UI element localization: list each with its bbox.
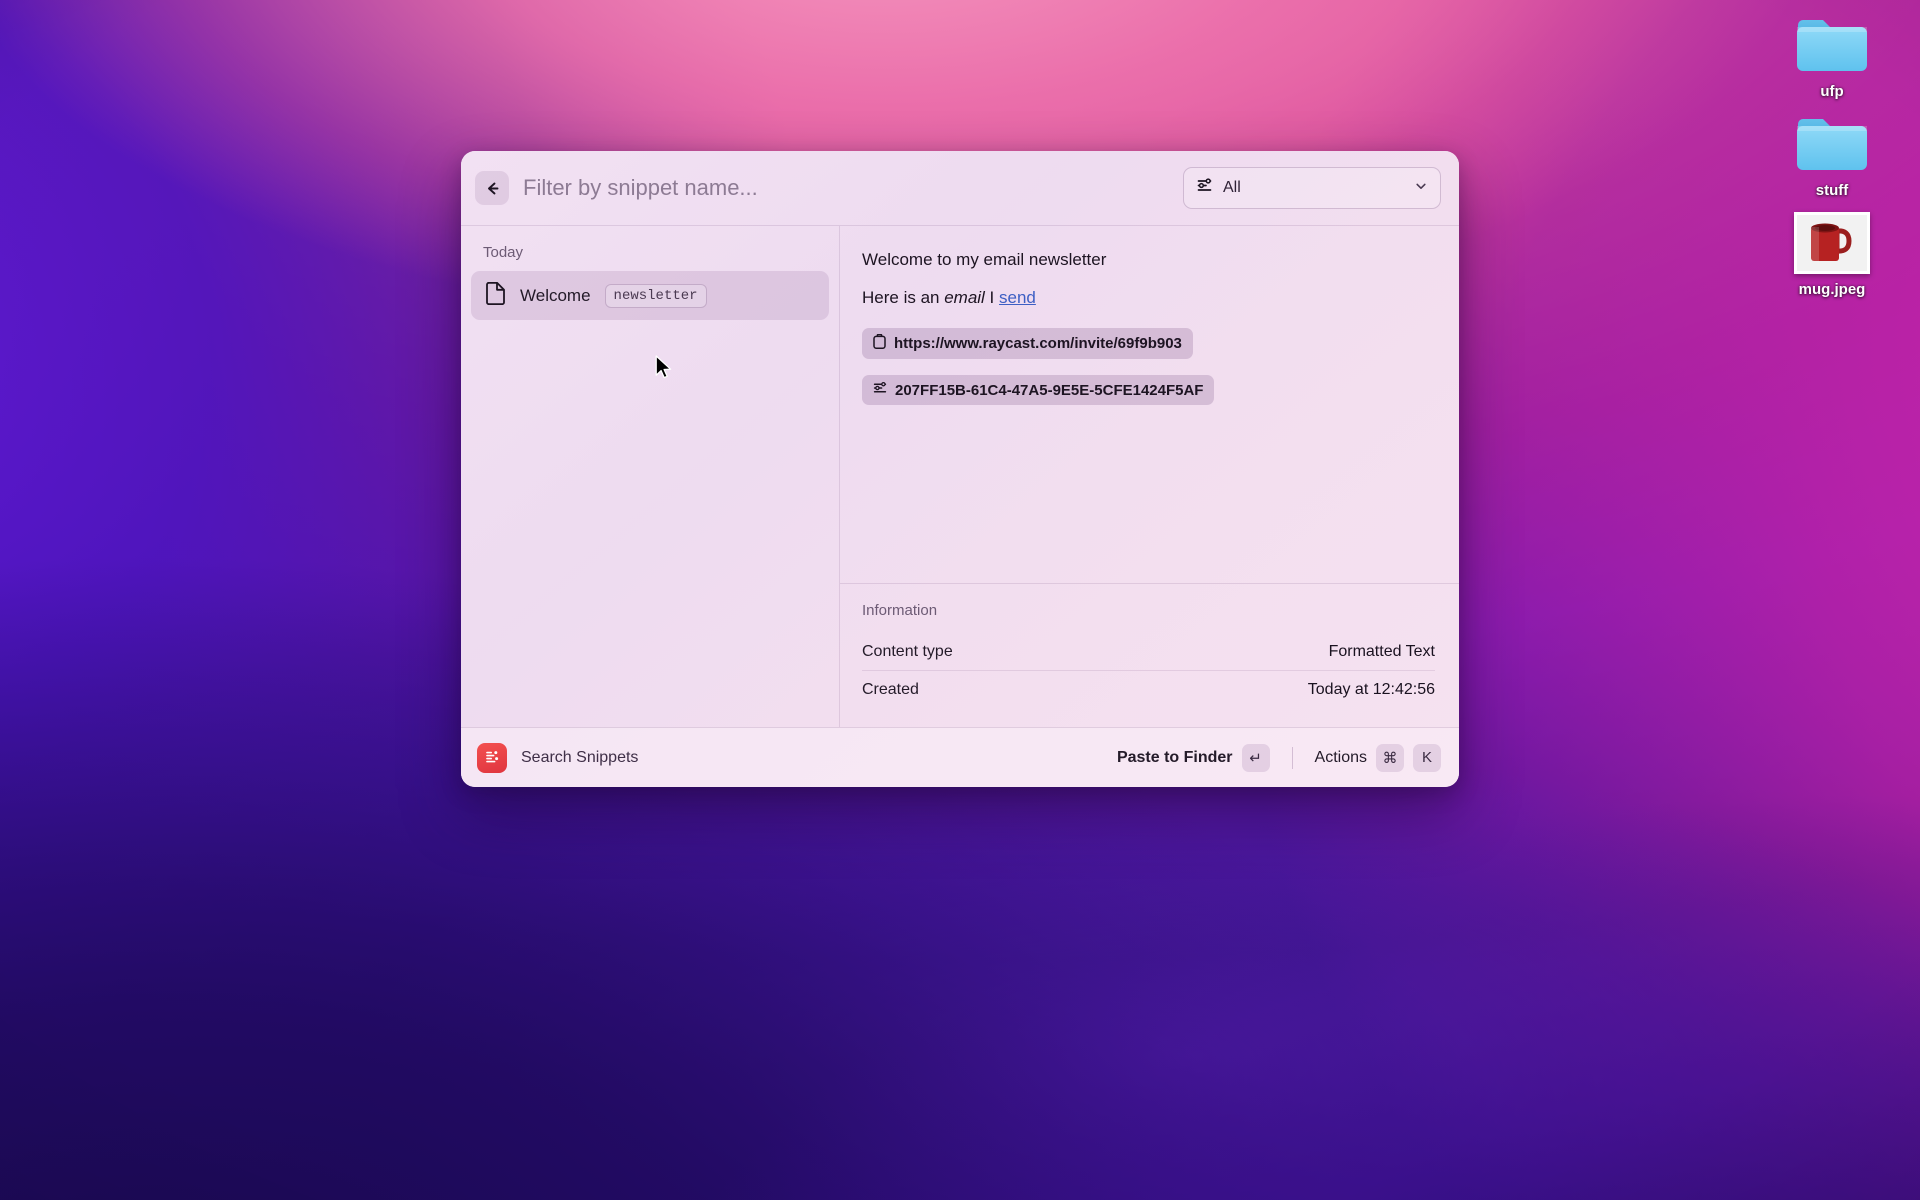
info-label: Content type xyxy=(862,642,953,660)
uuid-icon xyxy=(873,381,887,399)
preview-link-send[interactable]: send xyxy=(999,288,1036,307)
desktop-icon-mug-jpeg[interactable]: mug.jpeg xyxy=(1767,212,1897,299)
information-heading: Information xyxy=(862,602,938,619)
snippet-preview: Welcome to my email newsletter Here is a… xyxy=(840,226,1459,584)
snippet-title: Welcome xyxy=(520,285,591,305)
snippet-detail-pane: Welcome to my email newsletter Here is a… xyxy=(840,226,1459,727)
preview-body-line: Here is an email I send xyxy=(862,288,1435,308)
info-label: Created xyxy=(862,681,919,698)
preview-token-uuid[interactable]: 207FF15B-61C4-47A5-9E5E-5CFE1424F5AF xyxy=(862,375,1215,405)
preview-token-row: https://www.raycast.com/invite/69f9b903 xyxy=(862,328,1435,375)
desktop-icon-label: ufp xyxy=(1820,83,1844,100)
folder-icon xyxy=(1794,14,1870,76)
folder-icon xyxy=(1794,113,1870,175)
section-header-today: Today xyxy=(483,244,524,261)
desktop-icon-stuff[interactable]: stuff xyxy=(1767,113,1897,200)
desktop: ufp stuff mug.jpeg Filter by snippet nam… xyxy=(0,0,1920,1200)
preview-line-emphasis: email xyxy=(944,288,985,307)
search-input[interactable] xyxy=(509,175,1183,201)
footer-bar: Search Snippets Paste to Finder ↵ Action… xyxy=(461,727,1459,787)
snippet-keyword-badge: newsletter xyxy=(604,283,707,308)
preview-line-prefix: Here is an xyxy=(862,288,945,307)
preview-token-link[interactable]: https://www.raycast.com/invite/69f9b903 xyxy=(862,328,1193,359)
snippet-list-item-welcome[interactable]: Welcome newsletter xyxy=(471,271,829,320)
desktop-icon-label: mug.jpeg xyxy=(1798,281,1866,298)
snippet-list-sidebar: Today Welcome newsletter xyxy=(461,226,840,727)
back-button[interactable] xyxy=(475,171,509,205)
info-row-created: Created Today at 12:42:56 xyxy=(862,671,1435,709)
info-row-content-type: Content type Formatted Text xyxy=(862,633,1435,671)
desktop-icon-ufp[interactable]: ufp xyxy=(1767,14,1897,101)
image-thumbnail-icon xyxy=(1794,212,1870,274)
preview-token-uuid-text: 207FF15B-61C4-47A5-9E5E-5CFE1424F5AF xyxy=(895,381,1204,399)
window-body: Today Welcome newsletter Welcome to my e… xyxy=(461,226,1459,727)
info-value: Today at 12:42:56 xyxy=(1307,681,1435,698)
primary-action-paste-to-finder[interactable]: Paste to Finder ↵ xyxy=(1116,743,1270,772)
preview-title: Welcome to my email newsletter xyxy=(862,250,1107,269)
raycast-window: All Today xyxy=(461,151,1459,787)
actions-label: Actions xyxy=(1314,748,1367,766)
footer-divider xyxy=(1291,746,1293,769)
clipboard-icon xyxy=(873,333,886,353)
preview-token-link-text: https://www.raycast.com/invite/69f9b903 xyxy=(894,335,1182,352)
desktop-icon-column: ufp stuff mug.jpeg xyxy=(1762,14,1902,299)
k-key-cap: K xyxy=(1413,743,1441,772)
footer-command-title: Search Snippets xyxy=(521,748,639,766)
document-icon xyxy=(485,281,506,310)
command-key-cap: ⌘ xyxy=(1376,743,1404,772)
actions-menu-button[interactable]: Actions ⌘ K xyxy=(1314,743,1441,772)
type-filter-dropdown[interactable]: All xyxy=(1183,167,1441,209)
information-section: Information Content type Formatted Text … xyxy=(840,584,1459,727)
filter-list-icon xyxy=(1196,177,1213,199)
arrow-left-icon xyxy=(487,182,498,194)
info-value: Formatted Text xyxy=(1328,642,1435,660)
search-bar: All xyxy=(461,151,1459,226)
chevron-down-icon xyxy=(1414,179,1428,198)
desktop-icon-label: stuff xyxy=(1815,182,1849,199)
type-filter-label: All xyxy=(1223,179,1241,196)
preview-token-row: 207FF15B-61C4-47A5-9E5E-5CFE1424F5AF xyxy=(862,375,1435,421)
preview-line-middle: I xyxy=(984,288,999,307)
raycast-snippets-icon xyxy=(477,742,507,773)
enter-key-cap: ↵ xyxy=(1241,743,1270,772)
primary-action-label: Paste to Finder xyxy=(1116,748,1233,766)
